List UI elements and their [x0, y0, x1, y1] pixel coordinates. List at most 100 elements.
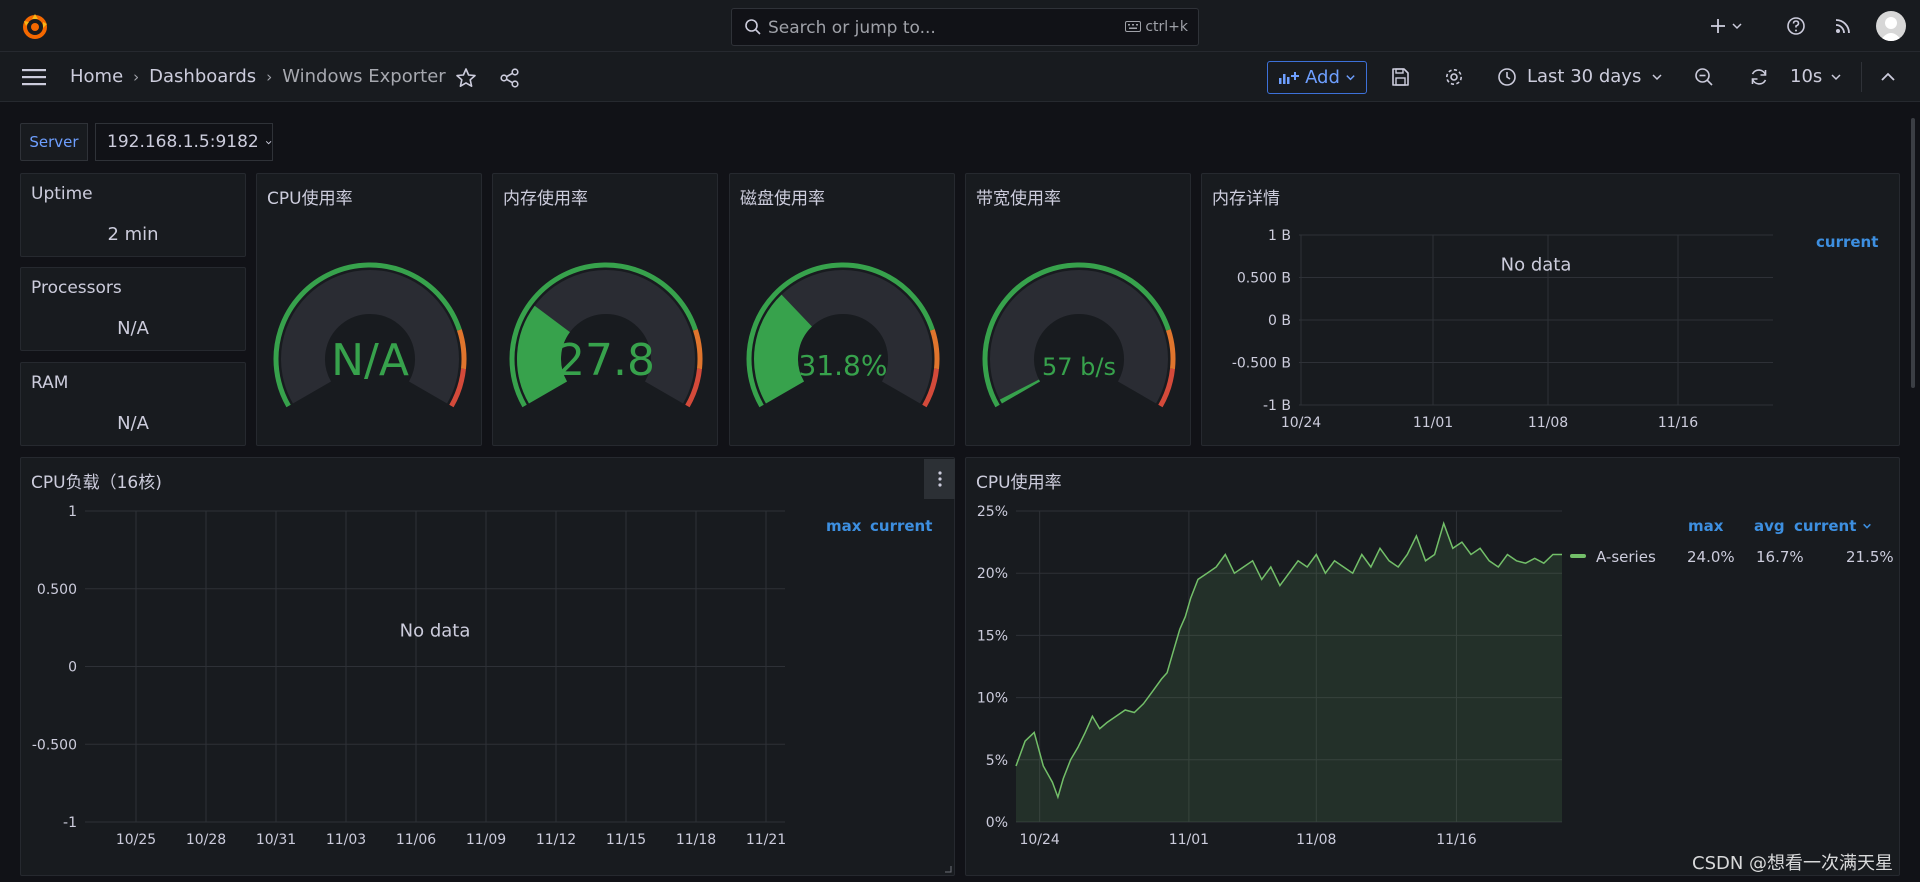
nav-divider	[1861, 62, 1862, 92]
panel-uptime[interactable]: Uptime 2 min	[20, 173, 246, 257]
chevron-down-icon	[1652, 73, 1662, 80]
page-scrollbar[interactable]	[1911, 118, 1915, 388]
panel-title: Uptime	[31, 184, 93, 204]
x-tick-label: 10/24	[1281, 415, 1321, 431]
news-button[interactable]	[1834, 10, 1852, 42]
settings-gear-icon[interactable]	[1444, 67, 1464, 87]
server-variable-value: 192.168.1.5:9182	[107, 132, 259, 152]
panel-menu-button[interactable]	[924, 459, 955, 499]
panel-title: CPU使用率	[976, 473, 1062, 493]
chevron-up-icon[interactable]	[1880, 69, 1896, 85]
breadcrumb-separator: ›	[133, 67, 140, 86]
y-tick-label: 0.500 B	[1237, 271, 1291, 287]
legend-header-current-label: current	[1794, 517, 1857, 535]
add-button[interactable]: Add	[1267, 61, 1367, 94]
breadcrumb-separator: ›	[266, 67, 273, 86]
panel-cpu-usage[interactable]: CPU使用率 25% 20% 15% 10% 5% 0% 10/24 11/01 11/08 11…	[965, 457, 1900, 876]
search-input[interactable]: Search or jump to... ctrl+k	[731, 8, 1199, 46]
save-icon[interactable]	[1390, 67, 1410, 87]
refresh-icon[interactable]	[1749, 67, 1769, 87]
menu-icon[interactable]	[22, 67, 48, 87]
gauge-threshold-orange	[693, 329, 703, 370]
time-range-label: Last 30 days	[1527, 66, 1642, 87]
new-menu-button[interactable]	[1709, 10, 1743, 42]
search-placeholder: Search or jump to...	[768, 18, 936, 38]
refresh-interval-picker[interactable]: 10s	[1790, 66, 1842, 87]
breadcrumb-home[interactable]: Home	[70, 66, 123, 87]
legend-header-current[interactable]: current	[870, 517, 932, 535]
panel-cpu-gauge[interactable]: CPU使用率 N/A	[256, 173, 482, 446]
refresh-interval-label: 10s	[1790, 66, 1823, 87]
y-tick-label: -0.500 B	[1232, 356, 1291, 372]
y-tick-label: 0%	[986, 815, 1008, 831]
help-button[interactable]	[1786, 10, 1806, 42]
x-tick-label: 10/24	[1019, 832, 1059, 848]
legend-header-avg[interactable]: avg	[1754, 517, 1785, 535]
legend-header-max[interactable]: max	[1688, 517, 1723, 535]
add-panel-icon	[1279, 71, 1300, 84]
legend-header-max[interactable]: max	[826, 517, 861, 535]
breadcrumb-dashboards[interactable]: Dashboards	[149, 66, 256, 87]
gauge-bandwidth: 57 b/s	[982, 262, 1176, 408]
legend-header-current[interactable]: current	[1816, 233, 1878, 251]
time-range-picker[interactable]: Last 30 days	[1497, 66, 1663, 87]
series-current: 21.5%	[1846, 548, 1894, 566]
gauge-value-text: 57 b/s	[1042, 353, 1116, 381]
share-icon[interactable]	[499, 67, 521, 89]
gauge-disk: 31.8%	[746, 262, 940, 408]
zoom-out-icon[interactable]	[1694, 67, 1714, 87]
memory-detail-graph: 1 B 0.500 B 0 B -0.500 B -1 B10/24 11/01 11/08…	[1232, 228, 1773, 431]
panel-cpu-load[interactable]: CPU负载（16核) 1 0.500 0 -0.500 -1 10/25 10/28 10/3…	[20, 457, 955, 876]
x-tick-label: 11/09	[466, 832, 506, 848]
panel-memory-gauge[interactable]: 内存使用率 27.8	[492, 173, 718, 446]
panel-title: Processors	[31, 278, 122, 298]
y-tick-label: 1	[68, 504, 77, 520]
resize-handle-icon[interactable]	[944, 865, 952, 873]
x-tick-label: 11/01	[1169, 832, 1209, 848]
avatar[interactable]	[1876, 11, 1906, 41]
panel-disk-gauge[interactable]: 磁盘使用率 31.8%	[729, 173, 955, 446]
search-shortcut: ctrl+k	[1124, 19, 1188, 35]
server-variable-select[interactable]: 192.168.1.5:9182	[95, 123, 273, 161]
panel-bandwidth-gauge[interactable]: 带宽使用率 57 b/s	[965, 173, 1191, 446]
panel-title: 内存使用率	[503, 189, 588, 209]
y-tick-label: 25%	[977, 504, 1008, 520]
keyboard-icon	[1124, 21, 1141, 32]
help-icon	[1787, 17, 1805, 35]
x-tick-label: 11/16	[1436, 832, 1476, 848]
gauge-value-text: N/A	[331, 335, 409, 386]
y-tick-label: 0 B	[1268, 313, 1291, 329]
gauge-threshold-orange	[457, 329, 467, 370]
star-icon[interactable]	[455, 67, 477, 89]
x-tick-label: 11/15	[606, 832, 646, 848]
legend-row-a-series[interactable]: A-series 24.0% 16.7% 21.5%	[1570, 548, 1894, 566]
search-icon	[745, 19, 761, 35]
panel-memory-detail[interactable]: 内存详情 1 B 0.500 B 0 B -0.500 B -1 B 10/24 11/01…	[1201, 173, 1900, 446]
panel-ram[interactable]: RAM N/A	[20, 362, 246, 446]
x-tick-label: 11/16	[1658, 415, 1698, 431]
variable-label-server: Server	[20, 123, 88, 161]
breadcrumb-current: Windows Exporter	[282, 66, 446, 87]
legend-header-current[interactable]: current	[1794, 517, 1872, 535]
top-bar: Search or jump to... ctrl+k	[0, 0, 1920, 52]
no-data-message: No data	[1501, 255, 1572, 276]
grafana-logo-icon[interactable]	[20, 12, 50, 42]
x-tick-label: 11/06	[396, 832, 436, 848]
y-tick-label: -0.500	[32, 737, 77, 753]
no-data-message: No data	[400, 620, 471, 641]
panel-processors[interactable]: Processors N/A	[20, 267, 246, 351]
plus-icon	[1711, 19, 1725, 33]
series-color-swatch	[1570, 554, 1586, 558]
sort-chevron-down-icon	[1862, 523, 1871, 529]
chevron-down-icon	[1732, 23, 1742, 30]
y-tick-label: 5%	[986, 753, 1008, 769]
stat-value: N/A	[117, 318, 149, 339]
x-tick-label: 10/31	[256, 832, 296, 848]
chevron-down-icon	[1831, 73, 1841, 80]
y-tick-label: 20%	[977, 566, 1008, 582]
x-tick-label: 11/12	[536, 832, 576, 848]
dashboard-nav-bar: Home › Dashboards › Windows Exporter Add…	[0, 52, 1920, 102]
gauge-value-text: 27.8	[557, 335, 655, 386]
user-avatar-icon	[1880, 17, 1902, 41]
series-avg: 16.7%	[1756, 548, 1804, 566]
